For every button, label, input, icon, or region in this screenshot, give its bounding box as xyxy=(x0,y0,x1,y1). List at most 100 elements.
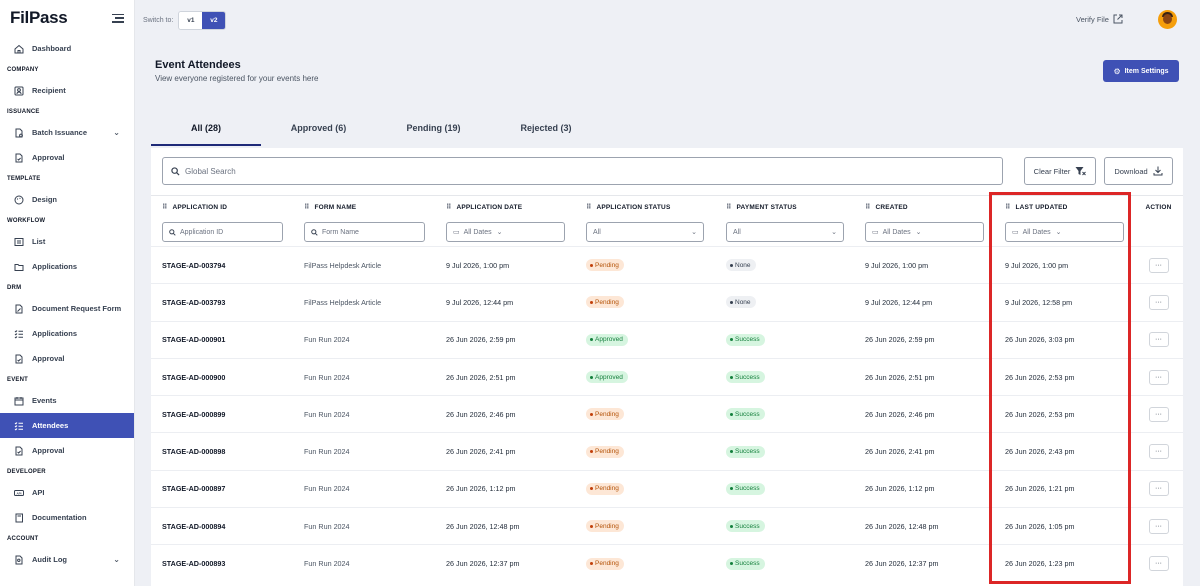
created-cell: 26 Jun 2026, 2:41 pm xyxy=(854,432,994,471)
menu-toggle-icon[interactable] xyxy=(112,13,124,23)
tab-rejected[interactable]: Rejected (3) xyxy=(491,110,601,146)
action-cell: ··· xyxy=(1134,507,1183,545)
column-header[interactable]: ⠿ APPLICATION STATUS xyxy=(575,195,715,219)
last-updated-cell: 9 Jul 2026, 12:58 pm xyxy=(994,283,1134,322)
row-actions-button[interactable]: ··· xyxy=(1148,556,1169,572)
table-row[interactable]: STAGE-AD-000901 Fun Run 2024 26 Jun 2026, … xyxy=(151,320,1183,359)
sidebar-item-document-request-form[interactable]: Document Request Form xyxy=(0,296,134,321)
created-date-filter[interactable]: ▭ All Dates ⌄ xyxy=(865,222,984,243)
clear-filter-button[interactable]: Clear Filter xyxy=(1024,157,1096,185)
download-button[interactable]: Download xyxy=(1104,157,1173,185)
global-search-input[interactable] xyxy=(185,166,965,176)
application-id-filter[interactable]: Application ID xyxy=(162,222,283,243)
drag-handle-icon[interactable]: ⠿ xyxy=(304,203,310,211)
drag-handle-icon[interactable]: ⠿ xyxy=(586,203,592,211)
sidebar-item-attendees[interactable]: Attendees xyxy=(0,413,134,438)
sidebar-item-approval[interactable]: Approval xyxy=(0,438,134,463)
sidebar-section-workflow: WORKFLOW xyxy=(7,217,46,224)
last-updated-filter[interactable]: ▭ All Dates ⌄ xyxy=(1005,222,1124,243)
column-header[interactable]: ⠿ PAYMENT STATUS xyxy=(715,195,854,219)
row-actions-button[interactable]: ··· xyxy=(1148,369,1169,385)
form-name-filter[interactable]: Form Name xyxy=(304,222,425,243)
application-id-cell: STAGE-AD-000898 xyxy=(151,432,293,471)
column-header[interactable]: ⠿ LAST UPDATED xyxy=(994,195,1134,219)
row-actions-button[interactable]: ··· xyxy=(1148,332,1169,348)
download-label: Download xyxy=(1114,166,1148,176)
row-actions-button[interactable]: ··· xyxy=(1148,294,1169,310)
table-row[interactable]: STAGE-AD-000897 Fun Run 2024 26 Jun 2026, … xyxy=(151,469,1183,508)
sidebar-item-api[interactable]: API API xyxy=(0,480,134,505)
application-date-filter[interactable]: ▭ All Dates ⌄ xyxy=(446,222,565,243)
column-header-label: LAST UPDATED xyxy=(1015,204,1068,212)
table-row[interactable]: STAGE-AD-000898 Fun Run 2024 26 Jun 2026, … xyxy=(151,432,1183,471)
table-row[interactable]: STAGE-AD-000899 Fun Run 2024 26 Jun 2026, … xyxy=(151,395,1183,433)
column-header[interactable]: ACTION xyxy=(1134,195,1183,219)
table-row[interactable]: STAGE-AD-003793 FilPass Helpdesk Article 9… xyxy=(151,283,1183,322)
sidebar-item-applications[interactable]: Applications xyxy=(0,321,134,346)
sidebar-item-events[interactable]: Events xyxy=(0,388,134,413)
drag-handle-icon[interactable]: ⠿ xyxy=(1005,203,1011,211)
application-status-badge: Pending xyxy=(586,445,624,458)
column-header[interactable]: ⠿ APPLICATION DATE xyxy=(435,195,575,219)
payment-status-badge: Success xyxy=(726,333,765,346)
tab-all[interactable]: All (28) xyxy=(151,110,261,146)
sidebar-item-audit-log[interactable]: Audit Log ⌄ xyxy=(0,547,134,572)
column-header[interactable]: ⠿ APPLICATION ID xyxy=(151,195,293,219)
sidebar-item-applications[interactable]: Applications xyxy=(0,254,134,279)
action-cell: ··· xyxy=(1134,395,1183,433)
tab-pending[interactable]: Pending (19) xyxy=(376,110,491,146)
version-v2-button[interactable]: v2 xyxy=(202,11,226,29)
sidebar-item-approval[interactable]: Approval xyxy=(0,346,134,371)
drag-handle-icon[interactable]: ⠿ xyxy=(726,203,732,211)
table-filter-row: Application ID Form Name ▭ All Dates ⌄ A… xyxy=(151,219,1183,247)
application-status-cell: Pending xyxy=(575,283,715,322)
drag-handle-icon[interactable]: ⠿ xyxy=(162,203,168,211)
sidebar-item-documentation[interactable]: Documentation xyxy=(0,505,134,530)
form-name-cell: FilPass Helpdesk Article xyxy=(293,283,435,322)
sidebar-item-approval[interactable]: Approval xyxy=(0,145,134,170)
chevron-down-icon[interactable]: ⌄ xyxy=(113,555,120,564)
payment-status-filter[interactable]: All ⌄ xyxy=(726,222,844,243)
table-row[interactable]: STAGE-AD-000893 Fun Run 2024 26 Jun 2026, … xyxy=(151,544,1183,583)
row-actions-button[interactable]: ··· xyxy=(1148,444,1169,460)
user-avatar[interactable] xyxy=(1158,10,1177,29)
row-actions-button[interactable]: ··· xyxy=(1148,406,1169,422)
tab-approved[interactable]: Approved (6) xyxy=(261,110,376,146)
sidebar-section-company: COMPANY xyxy=(7,66,39,73)
column-header[interactable]: ⠿ CREATED xyxy=(854,195,994,219)
sidebar-item-design[interactable]: Design xyxy=(0,187,134,212)
action-cell: ··· xyxy=(1134,283,1183,322)
row-actions-button[interactable]: ··· xyxy=(1148,518,1169,534)
last-updated-cell: 9 Jul 2026, 1:00 pm xyxy=(994,245,1134,284)
filpass-logo[interactable]: FilPass xyxy=(10,8,68,28)
payment-status-cell: None xyxy=(715,283,854,322)
row-actions-button[interactable]: ··· xyxy=(1148,481,1169,497)
status-dot-icon xyxy=(590,562,593,566)
sidebar-item-dashboard[interactable]: Dashboard xyxy=(0,36,134,61)
drag-handle-icon[interactable]: ⠿ xyxy=(446,203,452,211)
item-settings-button[interactable]: ⚙ Item Settings xyxy=(1103,60,1179,82)
version-v1-button[interactable]: v1 xyxy=(179,11,203,29)
book-icon xyxy=(14,513,24,523)
global-search[interactable] xyxy=(162,157,1003,185)
sidebar-item-batch-issuance[interactable]: Batch Issuance ⌄ xyxy=(0,120,134,145)
sidebar-item-label: Attendees xyxy=(32,421,69,430)
table-header-row: ⠿ APPLICATION ID ⠿ FORM NAME ⠿ APPLICATION DA… xyxy=(151,195,1183,219)
table-row[interactable]: STAGE-AD-000894 Fun Run 2024 26 Jun 2026, … xyxy=(151,507,1183,545)
table-row[interactable]: STAGE-AD-000900 Fun Run 2024 26 Jun 2026, … xyxy=(151,357,1183,396)
payment-status-cell: Success xyxy=(715,469,854,508)
drag-handle-icon[interactable]: ⠿ xyxy=(865,203,871,211)
table-row[interactable]: STAGE-AD-003794 FilPass Helpdesk Article 9… xyxy=(151,245,1183,284)
list-icon xyxy=(14,237,24,247)
application-status-filter[interactable]: All ⌄ xyxy=(586,222,704,243)
sidebar-item-recipient[interactable]: Recipient xyxy=(0,78,134,103)
column-header[interactable]: ⠿ FORM NAME xyxy=(293,195,435,219)
last-updated-cell: 26 Jun 2026, 2:43 pm xyxy=(994,432,1134,471)
application-date-filter-value: All Dates xyxy=(463,228,492,236)
sidebar-item-list[interactable]: List xyxy=(0,229,134,254)
application-status-text: Pending xyxy=(595,261,619,269)
application-date-cell: 26 Jun 2026, 2:59 pm xyxy=(435,320,575,359)
row-actions-button[interactable]: ··· xyxy=(1148,257,1169,273)
chevron-down-icon[interactable]: ⌄ xyxy=(113,128,120,137)
verify-file-link[interactable]: Verify File xyxy=(1076,14,1123,24)
